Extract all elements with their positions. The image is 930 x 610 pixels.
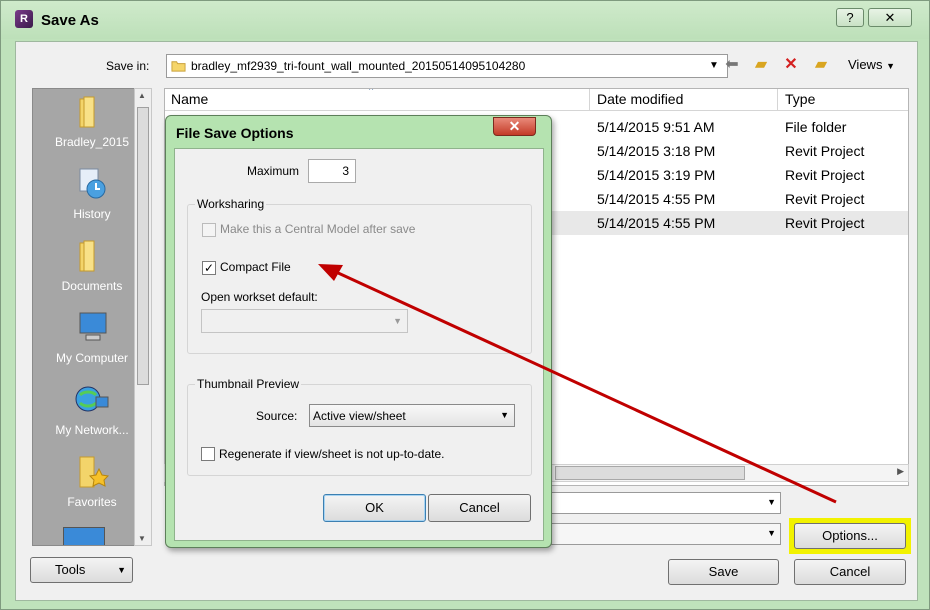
- arrow-shaft: [335, 270, 837, 504]
- annotation-arrow: [318, 264, 837, 504]
